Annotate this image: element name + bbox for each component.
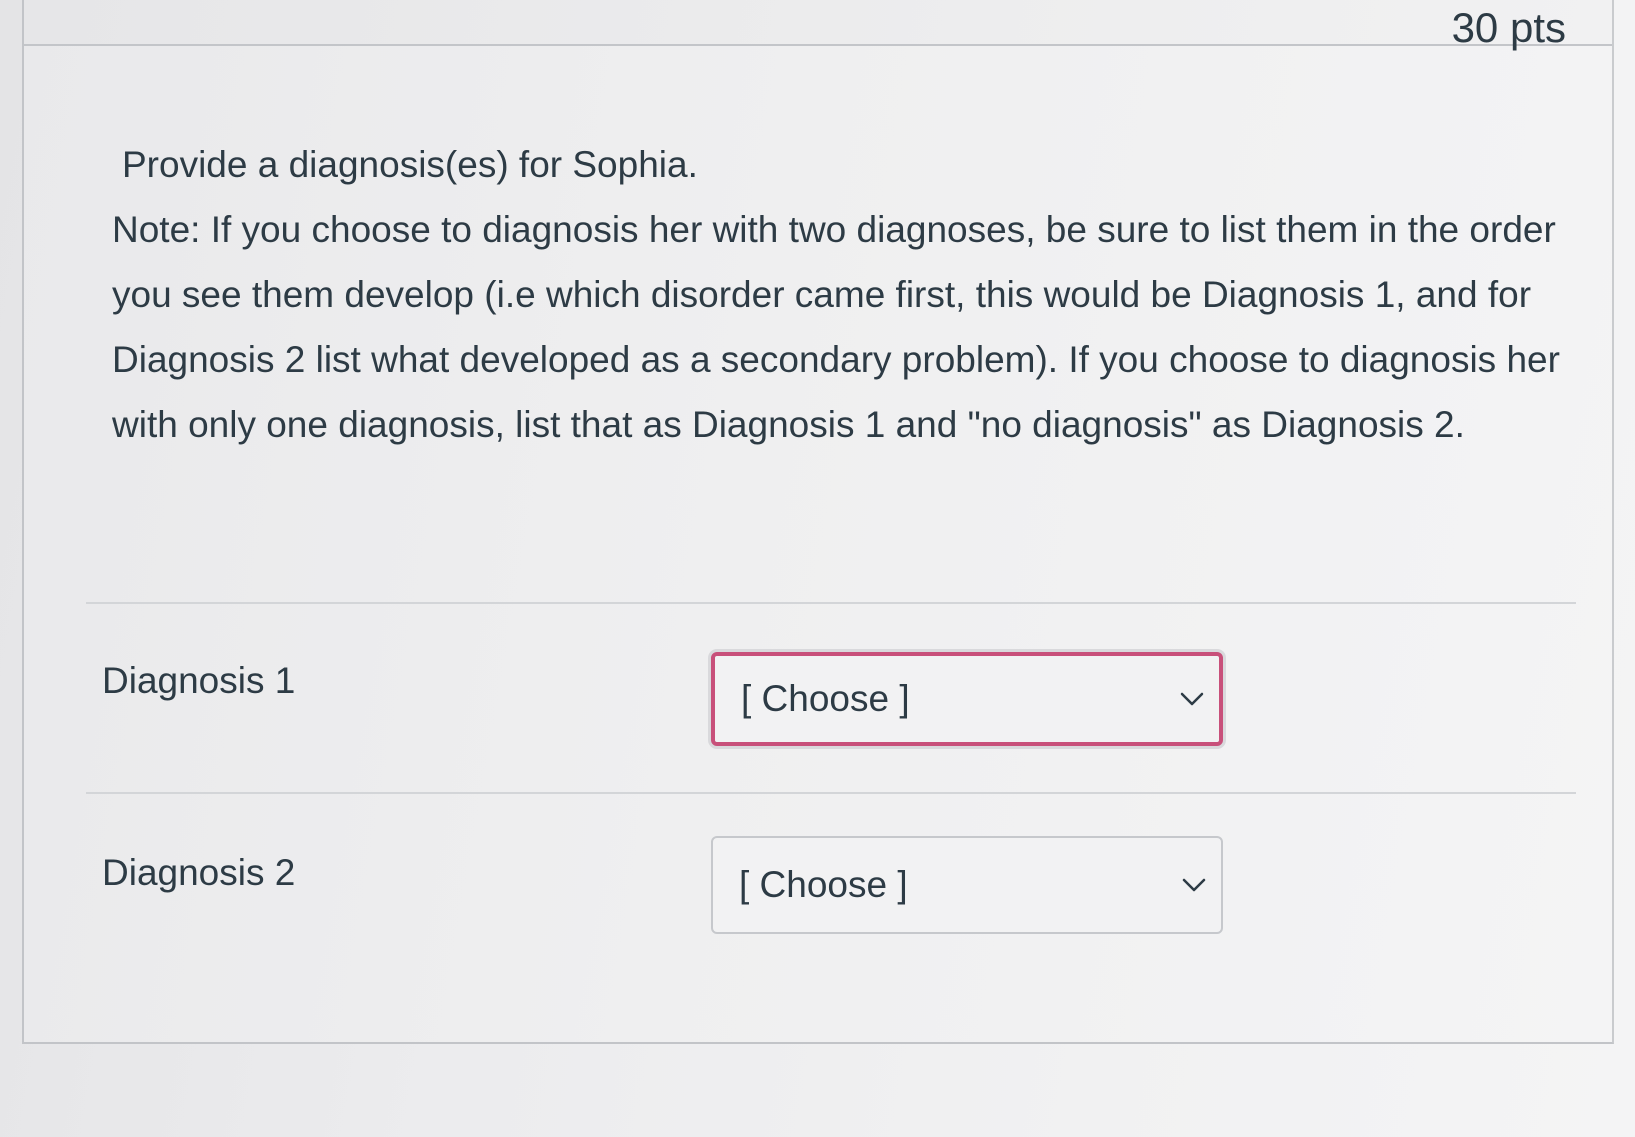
diagnosis-1-label: Diagnosis 1 [102,660,296,701]
diagnosis-1-selected-value: [ Choose ] [741,678,910,719]
question-points: 30 pts [1451,4,1566,51]
chevron-down-icon [1182,878,1206,892]
divider [86,792,1576,794]
diagnosis-2-selected-value: [ Choose ] [739,864,908,905]
question-note: Note: If you choose to diagnosis her wit… [112,209,1560,445]
chevron-down-icon [1180,692,1204,706]
diagnosis-1-select[interactable]: [ Choose ] [711,652,1223,746]
diagnosis-2-label: Diagnosis 2 [102,852,296,893]
diagnosis-2-select[interactable]: [ Choose ] [711,836,1223,934]
question-card: 30 pts Provide a diagnosis(es) for Sophi… [22,0,1614,1044]
divider [86,602,1576,604]
question-text: Provide a diagnosis(es) for Sophia. Note… [112,132,1612,457]
question-header: 30 pts [24,0,1612,51]
question-prompt: Provide a diagnosis(es) for Sophia. [122,144,698,185]
